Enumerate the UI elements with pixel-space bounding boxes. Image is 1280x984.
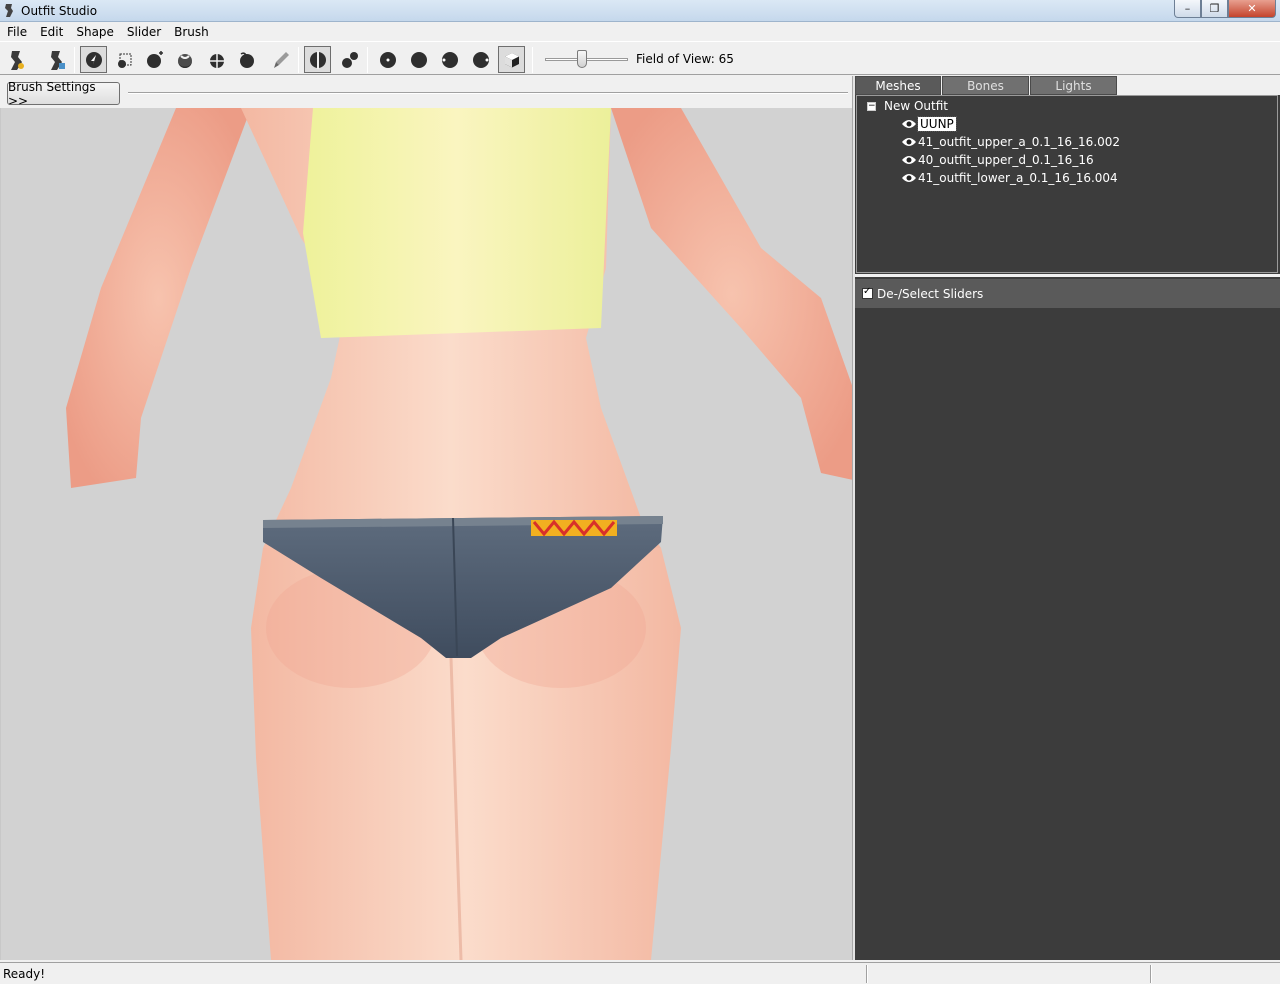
menu-file[interactable]: File [0, 25, 33, 39]
view-half-button[interactable] [436, 46, 463, 73]
view-textured-cube-icon [504, 52, 519, 67]
title-bar: Outfit Studio – ❐ ✕ [0, 0, 1280, 22]
load-outfit-button[interactable] [43, 46, 70, 73]
brush-settings-bar: Brush Settings >> [0, 76, 852, 108]
minimize-icon: – [1184, 2, 1191, 15]
deflate-brush-icon [177, 53, 192, 68]
3d-viewport[interactable] [0, 108, 852, 960]
window-title: Outfit Studio [21, 4, 98, 18]
tab-bones[interactable]: Bones [942, 76, 1029, 95]
view-half-icon [441, 51, 458, 68]
panel-tabs: Meshes Bones Lights [855, 76, 1280, 95]
new-outfit-icon [10, 50, 24, 70]
tab-meshes[interactable]: Meshes [855, 76, 941, 95]
connected-only-icon [341, 51, 358, 68]
move-brush-icon [208, 52, 225, 69]
tree-root-label: New Outfit [884, 99, 949, 113]
menu-bar: File Edit Shape Slider Brush [0, 22, 1280, 41]
status-text: Ready! [3, 967, 46, 981]
collapse-icon[interactable]: − [867, 101, 876, 111]
eye-icon[interactable] [901, 137, 917, 147]
view-textured-button[interactable] [498, 46, 525, 73]
tree-item-label: UUNP [917, 116, 957, 132]
eye-icon[interactable] [901, 155, 917, 165]
mask-brush-icon [117, 53, 131, 68]
tree-item-label: 41_outfit_lower_a_0.1_16_16.004 [918, 171, 1118, 185]
menu-brush[interactable]: Brush [167, 25, 215, 39]
tree-item-label: 40_outfit_upper_d_0.1_16_16 [918, 153, 1094, 167]
status-divider [866, 965, 868, 983]
inflate-tool-button[interactable] [141, 46, 168, 73]
weight-tool-button[interactable] [267, 46, 294, 73]
brush-settings-divider [128, 92, 848, 94]
app-icon [5, 4, 13, 17]
minimize-button[interactable]: – [1174, 0, 1201, 18]
select-tool-button[interactable] [80, 46, 107, 73]
panel-gap [855, 274, 1280, 277]
close-button[interactable]: ✕ [1228, 0, 1276, 18]
field-of-view-label: Field of View: 65 [636, 52, 734, 66]
restore-button[interactable]: ❐ [1201, 0, 1228, 18]
tree-item-lower-a[interactable]: 41_outfit_lower_a_0.1_16_16.004 [901, 170, 1118, 186]
view-shaded-icon [472, 51, 489, 68]
inflate-brush-icon [146, 50, 163, 68]
tab-lights[interactable]: Lights [1030, 76, 1117, 95]
brush-settings-button[interactable]: Brush Settings >> [7, 80, 120, 108]
tree-item-upper-d[interactable]: 40_outfit_upper_d_0.1_16_16 [901, 152, 1094, 168]
close-icon: ✕ [1247, 2, 1257, 15]
tree-item-label: 41_outfit_upper_a_0.1_16_16.002 [918, 135, 1121, 149]
select-sliders-checkbox[interactable] [862, 286, 873, 299]
sliders-list [855, 308, 1280, 960]
mesh-tree: − New Outfit UUNP 41_outfit_upper_a_0.1_… [856, 95, 1278, 273]
menu-edit[interactable]: Edit [33, 25, 69, 39]
restore-icon: ❐ [1209, 2, 1220, 15]
new-outfit-button[interactable] [3, 46, 30, 73]
mirror-x-icon [309, 50, 326, 69]
tree-item-upper-a[interactable]: 41_outfit_upper_a_0.1_16_16.002 [901, 134, 1120, 150]
view-shaded-button[interactable] [467, 46, 494, 73]
sliders-header: De-/Select Sliders [855, 279, 1280, 308]
toolbar: Field of View: 65 [0, 41, 1280, 75]
eye-icon[interactable] [901, 173, 917, 183]
select-brush-icon [85, 51, 102, 68]
select-sliders-label: De-/Select Sliders [877, 286, 984, 301]
tree-item-uunp[interactable]: UUNP [901, 116, 957, 132]
mirror-x-button[interactable] [304, 46, 331, 73]
view-solid-button[interactable] [405, 46, 432, 73]
mask-tool-button[interactable] [112, 46, 139, 73]
menu-slider[interactable]: Slider [120, 25, 167, 39]
right-panel: Meshes Bones Lights − New Outfit UUNP 41… [855, 76, 1280, 960]
tree-root[interactable]: − New Outfit [867, 99, 948, 113]
connected-only-button[interactable] [336, 46, 363, 73]
move-tool-button[interactable] [203, 46, 230, 73]
status-bar: Ready! [0, 962, 1280, 984]
eye-icon[interactable] [901, 119, 917, 129]
model-render [66, 108, 852, 960]
view-dots-button[interactable] [374, 46, 401, 73]
load-outfit-icon [50, 50, 65, 70]
view-solid-icon [410, 51, 427, 68]
status-divider [1150, 965, 1152, 983]
smooth-brush-icon [239, 51, 254, 68]
view-dots-icon [379, 51, 396, 68]
deflate-tool-button[interactable] [171, 46, 198, 73]
weight-brush-icon [273, 51, 289, 68]
menu-shape[interactable]: Shape [69, 25, 120, 39]
field-of-view-slider-thumb[interactable] [577, 50, 588, 68]
smooth-tool-button[interactable] [233, 46, 260, 73]
